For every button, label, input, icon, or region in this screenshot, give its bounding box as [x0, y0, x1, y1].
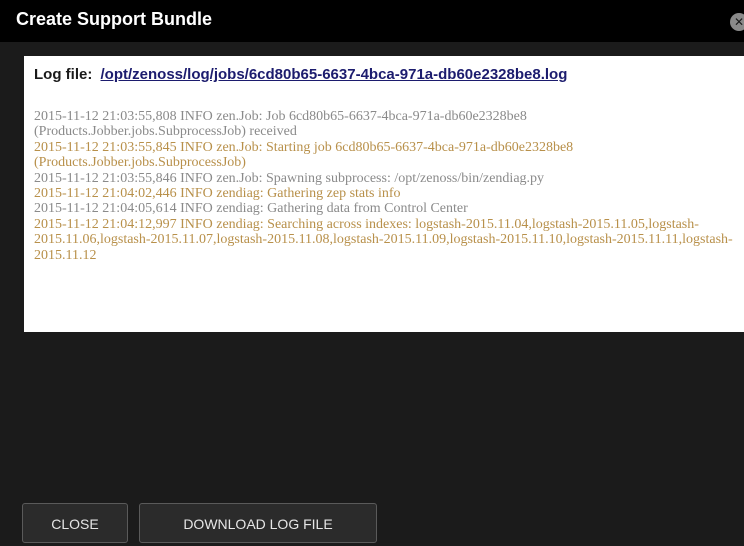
download-log-button[interactable]: DOWNLOAD LOG FILE — [139, 503, 377, 543]
log-line: 2015-11-12 21:04:12,997 INFO zendiag: Se… — [34, 216, 733, 263]
close-icon[interactable]: ✕ — [730, 13, 744, 31]
log-panel: Log file: /opt/zenoss/log/jobs/6cd80b65-… — [24, 56, 744, 332]
logfile-link[interactable]: /opt/zenoss/log/jobs/6cd80b65-6637-4bca-… — [101, 66, 568, 83]
logfile-row: Log file: /opt/zenoss/log/jobs/6cd80b65-… — [34, 66, 567, 83]
logfile-label: Log file: — [34, 66, 93, 83]
support-bundle-dialog: Create Support Bundle ✕ Log file: /opt/z… — [0, 0, 744, 546]
close-button[interactable]: CLOSE — [22, 503, 128, 543]
log-line: 2015-11-12 21:03:55,808 INFO zen.Job: Jo… — [34, 109, 527, 140]
log-output: 2015-11-12 21:03:55,808 INFO zen.Job: Jo… — [34, 109, 740, 263]
dialog-title: Create Support Bundle — [16, 9, 213, 29]
log-line: 2015-11-12 21:03:55,846 INFO zen.Job: Sp… — [34, 170, 545, 186]
log-line: 2015-11-12 21:04:02,446 INFO zendiag: Ga… — [34, 186, 401, 202]
log-line: 2015-11-12 21:03:55,845 INFO zen.Job: St… — [34, 139, 574, 171]
log-line: 2015-11-12 21:04:05,614 INFO zendiag: Ga… — [34, 201, 468, 217]
dialog-titlebar: Create Support Bundle ✕ — [0, 0, 744, 42]
